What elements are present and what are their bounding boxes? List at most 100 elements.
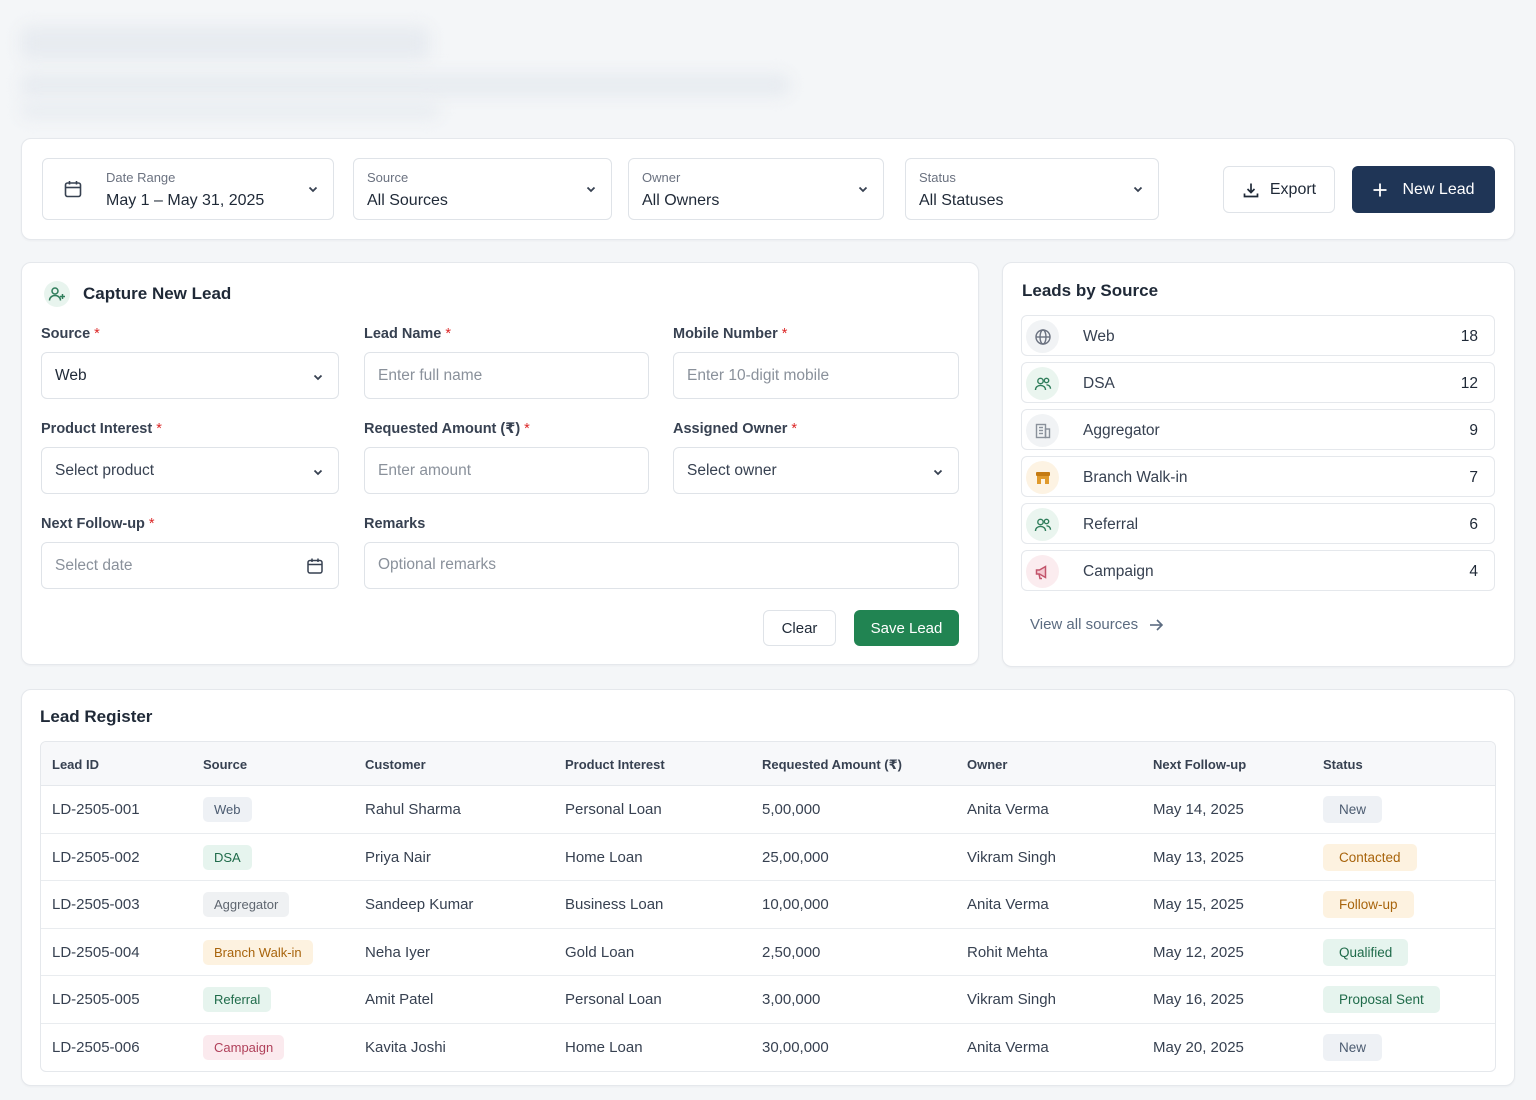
chevron-down-icon <box>308 186 318 193</box>
calendar-icon <box>63 179 83 204</box>
megaphone-icon <box>1026 555 1059 588</box>
view-all-sources-link[interactable]: View all sources <box>1030 616 1164 633</box>
owner-filter[interactable]: Owner All Owners <box>628 158 884 220</box>
blurred-header <box>20 18 820 118</box>
export-button[interactable]: Export <box>1223 166 1335 213</box>
col-owner[interactable]: Owner <box>967 757 1007 772</box>
user-plus-icon <box>44 281 70 307</box>
source-row-campaign[interactable]: Campaign 4 <box>1021 550 1495 591</box>
table-row[interactable]: LD-2505-006 Campaign Kavita Joshi Home Loan… <box>41 1024 1495 1072</box>
status-badge: New <box>1323 796 1383 823</box>
source-pill: Branch Walk-in <box>203 939 313 965</box>
cell-owner: Vikram Singh <box>967 991 1056 1008</box>
source-filter-label: Source <box>367 170 409 185</box>
col-requested-amount[interactable]: Requested Amount (₹) <box>762 757 902 773</box>
cell-lead-id: LD-2505-001 <box>52 801 140 818</box>
source-pill: Campaign <box>203 1034 285 1060</box>
cell-amount: 5,00,000 <box>762 801 821 818</box>
source-name: Web <box>1083 328 1115 345</box>
status-filter-value: All Statuses <box>919 192 1004 209</box>
cell-customer: Neha Iyer <box>365 943 431 961</box>
cell-lead-id: LD-2505-005 <box>52 991 140 1008</box>
cell-owner: Rohit Mehta <box>967 943 1048 961</box>
cell-lead-id: LD-2505-002 <box>52 848 140 866</box>
source-row-dsa[interactable]: DSA 12 <box>1021 362 1495 403</box>
cell-amount: 10,00,000 <box>762 896 829 913</box>
filter-bar: Date Range May 1 – May 31, 2025 Source A… <box>21 138 1515 240</box>
source-pill: Referral <box>203 987 272 1012</box>
plus-icon <box>1373 183 1387 196</box>
table-row[interactable]: LD-2505-002 DSA Priya Nair Home Loan 25,00,0… <box>41 834 1495 881</box>
source-field-label: Source * <box>41 326 100 342</box>
remarks-input[interactable]: Optional remarks <box>364 542 959 589</box>
product-interest-select[interactable]: Select product <box>41 447 339 494</box>
cell-amount: 2,50,000 <box>762 943 821 961</box>
remarks-placeholder: Optional remarks <box>378 556 497 573</box>
source-name: Aggregator <box>1083 422 1160 439</box>
source-row-branch-walk-in[interactable]: Branch Walk-in 7 <box>1021 456 1495 497</box>
lead-name-input[interactable]: Enter full name <box>364 352 649 399</box>
source-filter[interactable]: Source All Sources <box>353 158 612 220</box>
table-row[interactable]: LD-2505-005 Referral Amit Patel Personal Lo… <box>41 976 1495 1024</box>
next-followup-date-input[interactable]: Select date <box>41 542 339 589</box>
next-followup-label: Next Follow-up * <box>41 516 155 532</box>
cell-product: Home Loan <box>565 1038 643 1056</box>
followup-placeholder: Select date <box>55 557 133 574</box>
status-badge: Follow-up <box>1323 891 1414 918</box>
chevron-down-icon <box>313 469 323 476</box>
cell-amount: 3,00,000 <box>762 991 821 1008</box>
owner-placeholder: Select owner <box>687 462 777 479</box>
cell-product: Business Loan <box>565 896 664 913</box>
user-plus-icon <box>1026 508 1059 541</box>
status-filter[interactable]: Status All Statuses <box>905 158 1159 220</box>
source-name: DSA <box>1083 375 1115 392</box>
building-icon <box>1026 414 1059 447</box>
source-row-web[interactable]: Web 18 <box>1021 315 1495 356</box>
col-product-interest[interactable]: Product Interest <box>565 757 665 772</box>
mobile-number-label: Mobile Number * <box>673 326 788 342</box>
table-row[interactable]: LD-2505-004 Branch Walk-in Neha Iyer Gold L… <box>41 929 1495 976</box>
cell-owner: Anita Verma <box>967 1038 1049 1056</box>
mobile-number-input[interactable]: Enter 10-digit mobile <box>673 352 959 399</box>
col-lead-id[interactable]: Lead ID <box>52 757 99 772</box>
source-pill: Aggregator <box>203 892 290 917</box>
source-count: 12 <box>1460 375 1478 392</box>
assigned-owner-select[interactable]: Select owner <box>673 447 959 494</box>
date-range-filter[interactable]: Date Range May 1 – May 31, 2025 <box>42 158 334 220</box>
view-all-label: View all sources <box>1030 616 1139 633</box>
mobile-placeholder: Enter 10-digit mobile <box>687 367 830 384</box>
col-next-followup[interactable]: Next Follow-up <box>1153 757 1246 772</box>
table-row[interactable]: LD-2505-001 Web Rahul Sharma Personal Loan 5… <box>41 786 1495 834</box>
export-label: Export <box>1269 180 1317 198</box>
col-status[interactable]: Status <box>1323 757 1363 772</box>
calendar-icon[interactable] <box>306 557 324 575</box>
cell-followup: May 16, 2025 <box>1153 991 1244 1008</box>
clear-button[interactable]: Clear <box>763 610 836 646</box>
requested-amount-input[interactable]: Enter amount <box>364 447 649 494</box>
table-row[interactable]: LD-2505-003 Aggregator Sandeep Kumar Busine… <box>41 881 1495 929</box>
source-select[interactable]: Web <box>41 352 339 399</box>
source-count: 4 <box>1469 563 1478 580</box>
cell-customer: Kavita Joshi <box>365 1038 446 1056</box>
source-name: Branch Walk-in <box>1083 469 1188 486</box>
col-source[interactable]: Source <box>203 757 247 772</box>
cell-lead-id: LD-2505-004 <box>52 943 140 961</box>
cell-followup: May 12, 2025 <box>1153 943 1244 961</box>
chevron-down-icon <box>1133 186 1143 193</box>
download-icon <box>1243 183 1259 197</box>
new-lead-button[interactable]: New Lead <box>1352 166 1495 213</box>
cell-followup: May 13, 2025 <box>1153 848 1244 866</box>
col-customer[interactable]: Customer <box>365 757 426 772</box>
source-filter-value: All Sources <box>367 192 448 209</box>
cell-customer: Sandeep Kumar <box>365 896 474 913</box>
table-header: Lead ID Source Customer Product Interest… <box>41 742 1495 786</box>
chevron-down-icon <box>858 186 868 193</box>
save-lead-button[interactable]: Save Lead <box>854 610 959 646</box>
status-badge: Qualified <box>1323 938 1409 966</box>
source-row-referral[interactable]: Referral 6 <box>1021 503 1495 544</box>
requested-amount-label: Requested Amount (₹) * <box>364 421 530 437</box>
source-row-aggregator[interactable]: Aggregator 9 <box>1021 409 1495 450</box>
source-count: 18 <box>1460 328 1478 345</box>
cell-followup: May 14, 2025 <box>1153 801 1244 818</box>
source-count: 7 <box>1469 469 1478 486</box>
